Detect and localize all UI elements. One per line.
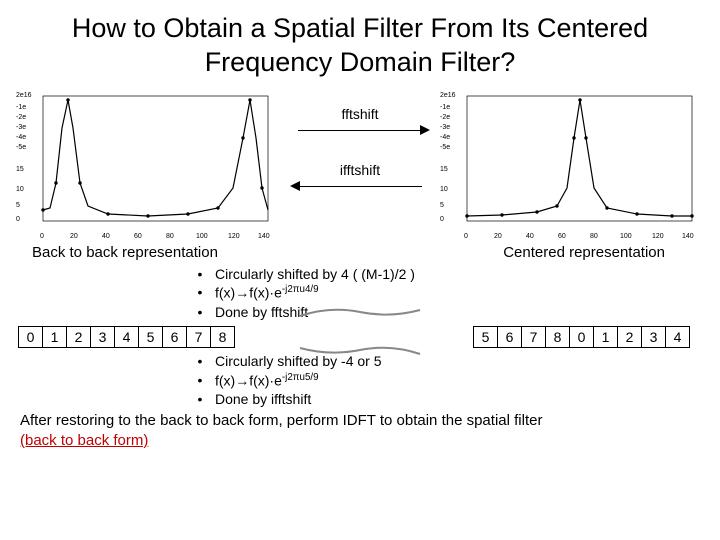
footer-line2: (back to back form) bbox=[20, 432, 148, 449]
yl: 15 bbox=[16, 166, 24, 173]
cell: 5 bbox=[473, 326, 498, 348]
bullet-b: f(x)→f(x)·e-j2πu4/9 bbox=[215, 283, 319, 303]
plot-right: 2e16 -1e -2e -3e -4e -5e 15 10 5 0 0 20 … bbox=[442, 88, 702, 238]
rep-right: Centered representation bbox=[503, 244, 665, 261]
yl: -5e bbox=[440, 144, 450, 151]
cell: 1 bbox=[593, 326, 618, 348]
xl: 20 bbox=[70, 233, 78, 240]
xl: 140 bbox=[682, 233, 694, 240]
plot-left: 2e16 -1e -2e -3e -4e -5e 15 10 5 0 0 20 … bbox=[18, 88, 278, 238]
cell: 2 bbox=[66, 326, 91, 348]
bullet-dot-icon: • bbox=[185, 390, 215, 409]
bullet-dot-icon: • bbox=[185, 352, 215, 371]
yl: 0 bbox=[440, 216, 444, 223]
xl: 60 bbox=[134, 233, 142, 240]
footer-text: After restoring to the back to back form… bbox=[0, 409, 720, 450]
yl: -2e bbox=[16, 114, 26, 121]
cell: 0 bbox=[569, 326, 594, 348]
arrow-label-top: fftshift bbox=[290, 106, 430, 122]
arrow-left-icon bbox=[290, 181, 300, 191]
cell: 8 bbox=[545, 326, 570, 348]
cell: 0 bbox=[18, 326, 43, 348]
yl: -1e bbox=[16, 104, 26, 111]
bullet-dot-icon: • bbox=[185, 303, 215, 322]
boxes-row: 0 1 2 3 4 5 6 7 8 5 6 7 8 0 1 2 3 4 bbox=[0, 322, 720, 352]
page-title: How to Obtain a Spatial Filter From Its … bbox=[0, 0, 720, 88]
cell: 3 bbox=[641, 326, 666, 348]
xl: 120 bbox=[228, 233, 240, 240]
xl: 20 bbox=[494, 233, 502, 240]
cell: 7 bbox=[521, 326, 546, 348]
yl: 15 bbox=[440, 166, 448, 173]
bullets-bot: •Circularly shifted by -4 or 5 •f(x)→f(x… bbox=[185, 352, 720, 409]
xl: 0 bbox=[40, 233, 44, 240]
yl: -2e bbox=[440, 114, 450, 121]
arrow-label-bot: ifftshift bbox=[290, 162, 430, 178]
xl: 40 bbox=[526, 233, 534, 240]
xl: 40 bbox=[102, 233, 110, 240]
yl: 2e16 bbox=[16, 92, 32, 99]
bullet-c2: Done by ifftshift bbox=[215, 390, 311, 409]
yl: 5 bbox=[440, 202, 444, 209]
yl: -1e bbox=[440, 104, 450, 111]
yl: 5 bbox=[16, 202, 20, 209]
cell: 2 bbox=[617, 326, 642, 348]
bullets-top: •Circularly shifted by 4 ( (M-1)/2 ) •f(… bbox=[185, 265, 720, 322]
cell: 6 bbox=[497, 326, 522, 348]
yl: 10 bbox=[440, 186, 448, 193]
xl: 100 bbox=[620, 233, 632, 240]
plots-row: 2e16 -1e -2e -3e -4e -5e 15 10 5 0 0 20 … bbox=[0, 88, 720, 238]
xl: 80 bbox=[590, 233, 598, 240]
cell: 7 bbox=[186, 326, 211, 348]
xl: 120 bbox=[652, 233, 664, 240]
yl: -3e bbox=[16, 124, 26, 131]
xl: 0 bbox=[464, 233, 468, 240]
rep-labels: Back to back representation Centered rep… bbox=[0, 238, 720, 265]
yl: -5e bbox=[16, 144, 26, 151]
yl: 10 bbox=[16, 186, 24, 193]
swish-bot bbox=[295, 342, 425, 360]
arrow-right-icon bbox=[420, 125, 430, 135]
cell: 5 bbox=[138, 326, 163, 348]
yl: 0 bbox=[16, 216, 20, 223]
yl: -4e bbox=[16, 134, 26, 141]
arrow-fftshift: fftshift bbox=[290, 106, 430, 138]
bullet-a: Circularly shifted by 4 ( (M-1)/2 ) bbox=[215, 265, 415, 284]
xl: 80 bbox=[166, 233, 174, 240]
boxes-right: 5 6 7 8 0 1 2 3 4 bbox=[473, 326, 690, 348]
cell: 4 bbox=[114, 326, 139, 348]
cell: 1 bbox=[42, 326, 67, 348]
swish-top bbox=[295, 304, 425, 322]
plot-right-svg bbox=[442, 88, 702, 238]
yl: -4e bbox=[440, 134, 450, 141]
footer-line1: After restoring to the back to back form… bbox=[20, 412, 542, 429]
cell: 6 bbox=[162, 326, 187, 348]
boxes-left: 0 1 2 3 4 5 6 7 8 bbox=[18, 326, 235, 348]
cell: 3 bbox=[90, 326, 115, 348]
xl: 140 bbox=[258, 233, 270, 240]
bullet-b2: f(x)→f(x)·e-j2πu5/9 bbox=[215, 371, 319, 391]
bullet-dot-icon: • bbox=[185, 265, 215, 284]
bullet-dot-icon: • bbox=[185, 371, 215, 391]
yl: -3e bbox=[440, 124, 450, 131]
arrows-mid: fftshift ifftshift bbox=[290, 106, 430, 218]
arrow-ifftshift: ifftshift bbox=[290, 162, 430, 194]
xl: 100 bbox=[196, 233, 208, 240]
plot-left-svg bbox=[18, 88, 278, 238]
cell: 8 bbox=[210, 326, 235, 348]
bullet-dot-icon: • bbox=[185, 283, 215, 303]
yl: 2e16 bbox=[440, 92, 456, 99]
rep-left: Back to back representation bbox=[32, 244, 218, 261]
cell: 4 bbox=[665, 326, 690, 348]
xl: 60 bbox=[558, 233, 566, 240]
